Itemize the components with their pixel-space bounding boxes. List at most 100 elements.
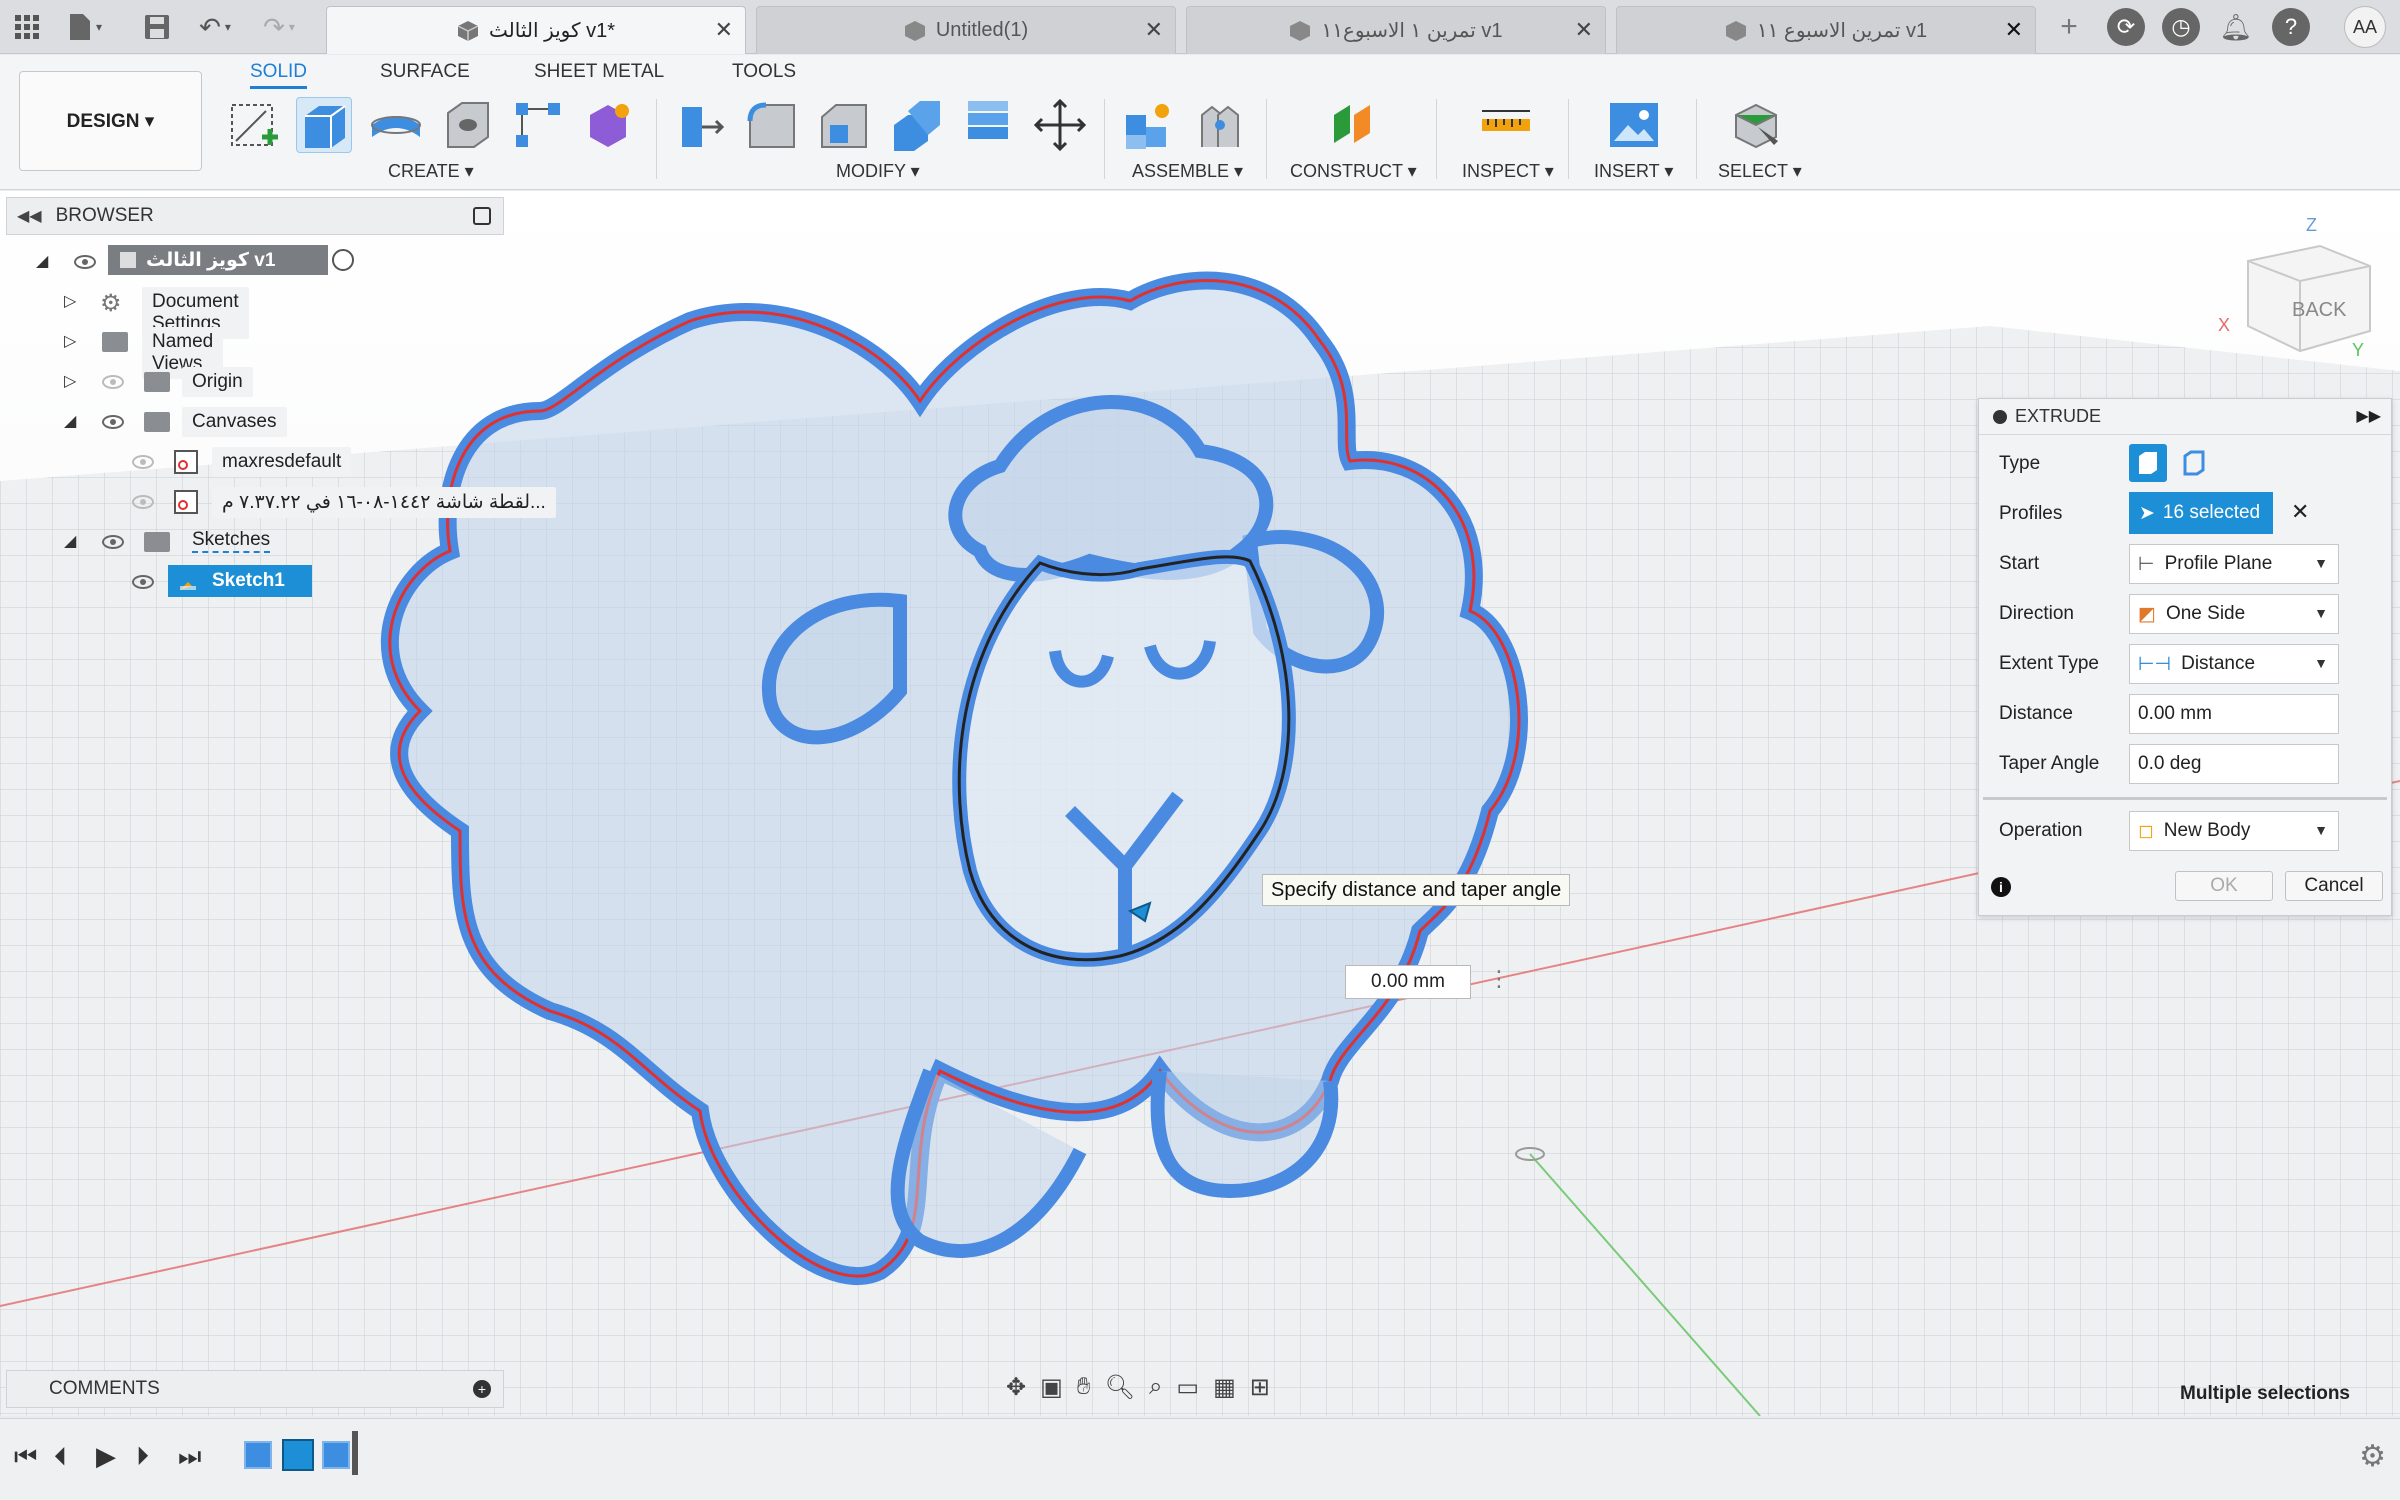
extensions-icon[interactable]: ⟳ [2107, 8, 2145, 46]
construct-menu[interactable]: CONSTRUCT ▾ [1290, 161, 1417, 182]
visibility-eye-icon[interactable] [102, 415, 124, 429]
settings-gear-icon[interactable]: ⚙ [2359, 1439, 2386, 1474]
job-status-icon[interactable]: ◷ [2162, 8, 2200, 46]
more-options-icon[interactable]: ⋮ [1488, 966, 1510, 992]
tab-document-4[interactable]: تمرين الاسبوع ١١ v1 ✕ [1616, 6, 2036, 54]
offset-plane-icon[interactable] [1326, 97, 1382, 153]
visibility-eye-icon[interactable] [102, 375, 124, 389]
taper-angle-field[interactable]: 0.0 deg [2129, 744, 2339, 784]
type-thin-extrude-button[interactable] [2175, 444, 2213, 482]
collapse-browser-icon[interactable]: ◀◀ [17, 206, 42, 226]
inspect-menu[interactable]: INSPECT ▾ [1462, 161, 1554, 182]
select-menu[interactable]: SELECT ▾ [1718, 161, 1802, 182]
zoom-icon[interactable]: 🔍︎ [1104, 1373, 1134, 1402]
create-sketch-icon[interactable] [226, 97, 282, 153]
play-icon[interactable]: ▶ [96, 1441, 116, 1472]
pan-icon[interactable]: ✋︎ [1077, 1373, 1091, 1401]
collapse-triangle-icon[interactable]: ◢ [64, 411, 76, 431]
comments-panel-header[interactable]: COMMENTS + [6, 1370, 504, 1408]
look-at-icon[interactable]: ▣ [1040, 1373, 1063, 1402]
assemble-menu[interactable]: ASSEMBLE ▾ [1132, 161, 1243, 182]
tab-surface[interactable]: SURFACE [380, 61, 470, 83]
visibility-eye-icon[interactable] [74, 255, 96, 269]
timeline-canvas-2-icon[interactable] [322, 1441, 350, 1469]
visibility-eye-icon[interactable] [102, 535, 124, 549]
move-icon[interactable] [1032, 97, 1088, 153]
redo-icon[interactable]: ↷ ▾ [260, 8, 298, 46]
viewports-icon[interactable]: ⊞ [1250, 1373, 1270, 1402]
file-menu-icon[interactable]: ▾ [66, 8, 104, 46]
tab-document-2[interactable]: Untitled(1) ✕ [756, 6, 1176, 54]
go-to-end-icon[interactable]: ⏭ [178, 1441, 201, 1473]
expand-triangle-icon[interactable]: ▷ [64, 331, 76, 351]
go-to-start-icon[interactable]: ⏮ [14, 1441, 37, 1473]
timeline-marker[interactable] [352, 1431, 358, 1475]
create-form-icon[interactable] [580, 97, 636, 153]
expand-triangle-icon[interactable]: ▷ [64, 371, 76, 391]
tab-solid[interactable]: SOLID [250, 61, 308, 89]
start-select[interactable]: ⊢ Profile Plane ▼ [2129, 544, 2339, 584]
distance-manipulator-input[interactable]: 0.00 mm [1345, 965, 1471, 999]
close-tab-icon[interactable]: ✕ [1145, 17, 1163, 43]
visibility-eye-icon[interactable] [132, 495, 154, 509]
fit-icon[interactable]: ⌕ [1149, 1373, 1162, 1401]
revolve-icon[interactable] [368, 97, 424, 153]
add-comment-icon[interactable]: + [473, 1380, 491, 1398]
visibility-eye-icon[interactable] [132, 575, 154, 589]
extrude-icon[interactable] [296, 97, 352, 153]
timeline-canvas-1-icon[interactable] [244, 1441, 272, 1469]
type-extrude-button[interactable] [2129, 444, 2167, 482]
hole-icon[interactable] [440, 97, 496, 153]
select-icon[interactable] [1728, 97, 1784, 153]
new-component-icon[interactable] [1120, 97, 1176, 153]
undo-icon[interactable]: ↶ ▾ [196, 8, 234, 46]
measure-icon[interactable] [1478, 97, 1534, 153]
save-icon[interactable] [138, 8, 176, 46]
timeline-sketch-icon[interactable] [282, 1439, 314, 1471]
step-back-icon[interactable]: ⏴ [54, 1441, 67, 1473]
press-pull-icon[interactable] [672, 97, 728, 153]
visibility-eye-icon[interactable] [132, 455, 154, 469]
tab-document-1[interactable]: كويز الثالث v1* ✕ [326, 6, 746, 54]
activate-radio-icon[interactable] [332, 249, 354, 271]
expand-triangle-icon[interactable]: ▷ [64, 291, 76, 311]
app-grid-icon[interactable] [8, 8, 46, 46]
user-avatar[interactable]: AA [2344, 6, 2386, 48]
profiles-selection-button[interactable]: ➤ 16 selected [2129, 492, 2273, 534]
combine-icon[interactable] [960, 97, 1016, 153]
create-menu[interactable]: CREATE ▾ [388, 161, 474, 182]
close-tab-icon[interactable]: ✕ [1575, 17, 1593, 43]
shell-icon[interactable] [888, 97, 944, 153]
ok-button[interactable]: OK [2175, 871, 2273, 901]
orbit-icon[interactable]: ✥ [1006, 1373, 1026, 1402]
clear-selection-icon[interactable]: ✕ [2291, 499, 2309, 525]
tab-sheet-metal[interactable]: SHEET METAL [534, 61, 664, 83]
chamfer-icon[interactable] [816, 97, 872, 153]
pattern-icon[interactable] [510, 97, 566, 153]
insert-canvas-icon[interactable] [1606, 97, 1662, 153]
display-settings-icon[interactable]: ▭ [1176, 1373, 1199, 1402]
operation-select[interactable]: ◻ New Body ▼ [2129, 811, 2339, 851]
close-tab-icon[interactable]: ✕ [2005, 17, 2023, 43]
collapse-triangle-icon[interactable]: ◢ [64, 531, 76, 551]
modify-menu[interactable]: MODIFY ▾ [836, 161, 920, 182]
help-icon[interactable]: ? [2272, 8, 2310, 46]
new-tab-icon[interactable]: + [2050, 8, 2088, 46]
collapse-dialog-icon[interactable] [1993, 409, 2007, 424]
step-forward-icon[interactable]: ⏵ [136, 1441, 149, 1473]
info-icon[interactable]: i [1991, 877, 2011, 897]
insert-menu[interactable]: INSERT ▾ [1594, 161, 1673, 182]
collapse-triangle-icon[interactable]: ◢ [36, 251, 48, 271]
notifications-icon[interactable]: 🔔︎ [2217, 8, 2255, 46]
workspace-switcher-button[interactable]: DESIGN ▾ [19, 71, 202, 171]
grid-settings-icon[interactable]: ▦ [1213, 1373, 1236, 1402]
extent-type-select[interactable]: ⊢⊣ Distance ▼ [2129, 644, 2339, 684]
close-tab-icon[interactable]: ✕ [715, 17, 733, 43]
expand-dialog-icon[interactable]: ▶▶ [2356, 406, 2381, 426]
cancel-button[interactable]: Cancel [2285, 871, 2383, 901]
browser-pin-icon[interactable] [473, 207, 491, 225]
tab-tools[interactable]: TOOLS [732, 61, 796, 83]
direction-select[interactable]: ◩ One Side ▼ [2129, 594, 2339, 634]
joint-icon[interactable] [1192, 97, 1248, 153]
tab-document-3[interactable]: تمرين ١ الاسبوع١١ v1 ✕ [1186, 6, 1606, 54]
